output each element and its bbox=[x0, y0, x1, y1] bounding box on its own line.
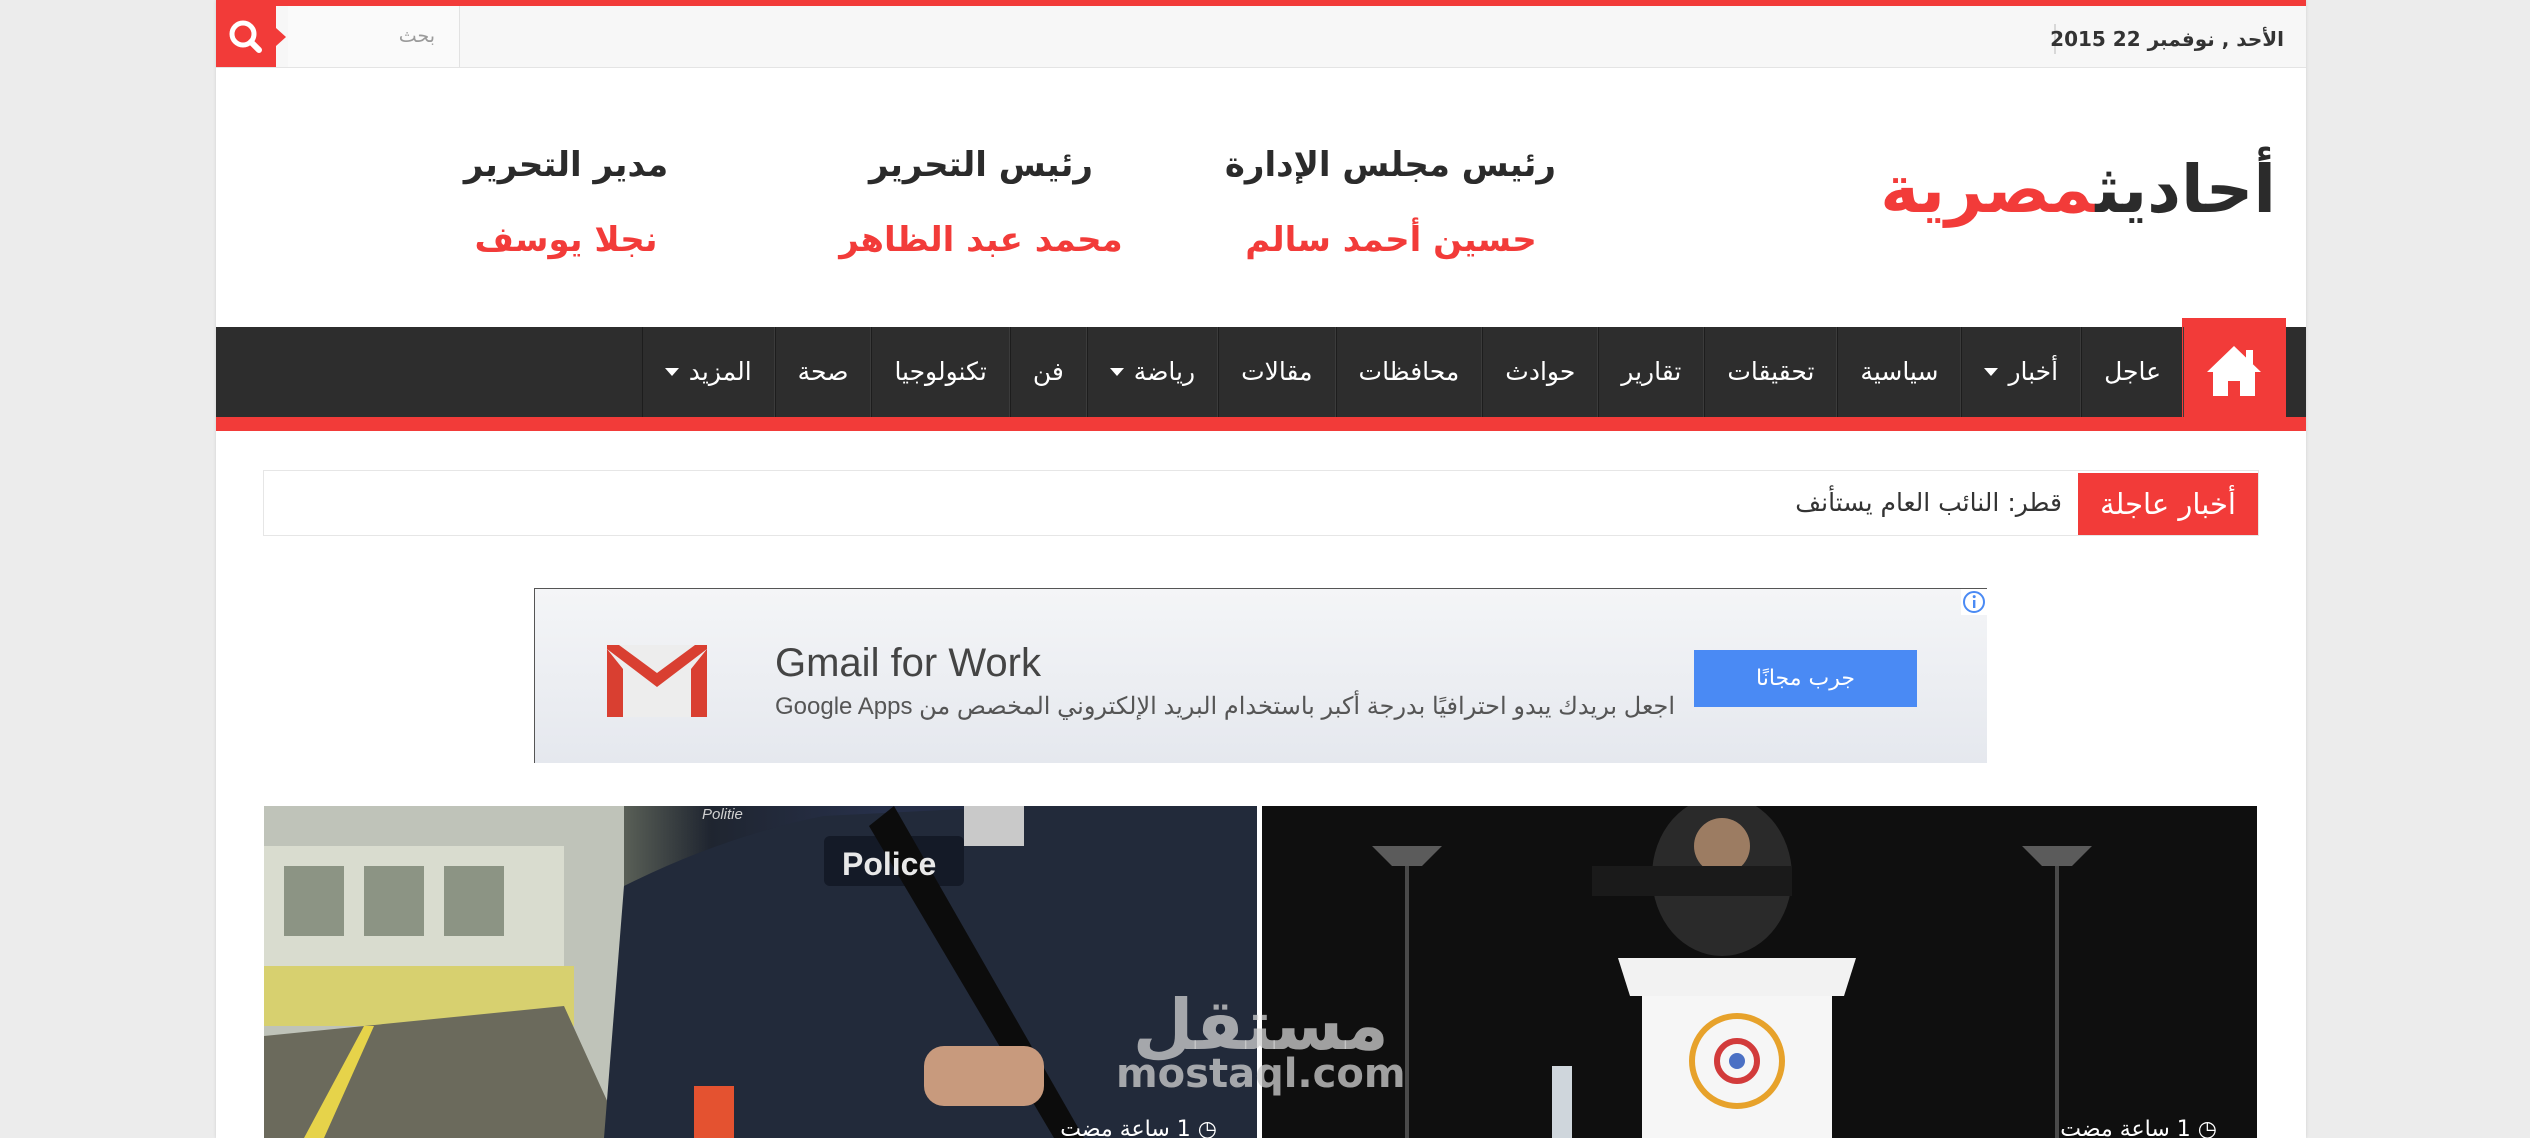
nav-item-art[interactable]: فن bbox=[1009, 327, 1087, 417]
nav-item-accidents[interactable]: حوادث bbox=[1482, 327, 1599, 417]
nav-item-label: محافظات bbox=[1358, 357, 1460, 386]
search-button[interactable] bbox=[216, 6, 286, 67]
nav-item-label: أخبار bbox=[2008, 357, 2059, 386]
nav-item-label: تقارير bbox=[1621, 357, 1682, 386]
nav-accent-bar bbox=[216, 417, 2306, 431]
nav-item-label: عاجل bbox=[2104, 357, 2161, 386]
nav-item-more[interactable]: المزيد bbox=[641, 327, 775, 417]
header-name: نجلا يوسف bbox=[474, 220, 658, 260]
post-time: ◷ 1 ساعة مضت bbox=[1060, 1117, 1217, 1138]
header-title: رئيس التحرير bbox=[869, 145, 1093, 185]
header-title: مدير التحرير bbox=[463, 145, 669, 185]
feature-image-police[interactable]: Police Politie ◷ 1 ساعة مضت bbox=[264, 806, 1257, 1138]
watermark-latin: mostaql.com bbox=[1116, 1051, 1406, 1097]
nav-home-button[interactable] bbox=[2182, 318, 2286, 428]
nav-item-technology[interactable]: تكنولوجيا bbox=[871, 327, 1010, 417]
nav-item-urgent[interactable]: عاجل bbox=[2081, 327, 2184, 417]
nav-item-label: حوادث bbox=[1505, 357, 1576, 386]
ad-banner[interactable]: Gmail for Work اجعل بريدك يبدو احترافيًا… bbox=[534, 588, 1987, 763]
post-time-label: 1 ساعة مضت bbox=[1060, 1117, 1191, 1138]
home-icon bbox=[2207, 346, 2261, 396]
breaking-news-label: أخبار عاجلة bbox=[2078, 473, 2258, 535]
logo-part-2: مصرية bbox=[1880, 151, 2096, 228]
search-icon bbox=[229, 20, 262, 53]
header-title: رئيس مجلس الإدارة bbox=[1224, 145, 1556, 185]
nav-item-label: صحة bbox=[797, 357, 849, 386]
nav-item-label: المزيد bbox=[688, 357, 752, 386]
top-bar: الأحد , نوفمبر 22 2015 bbox=[216, 6, 2306, 68]
breaking-news-link[interactable]: قطر: النائب العام يستأنف bbox=[1795, 471, 2062, 535]
search-input[interactable]: بحث bbox=[288, 6, 460, 67]
ad-try-free-button[interactable]: جرب مجانًا bbox=[1694, 650, 1917, 707]
nav-item-reports[interactable]: تقارير bbox=[1598, 327, 1705, 417]
nav-menu: عاجل أخبار سياسية تحقيقات تقارير حوادث م… bbox=[641, 327, 2184, 417]
chevron-down-icon bbox=[1984, 368, 1999, 376]
site-logo[interactable]: أحاديثمصرية bbox=[1880, 148, 2276, 232]
header-name: حسين أحمد سالم bbox=[1245, 220, 1537, 260]
header-managing-editor: مدير التحرير نجلا يوسف bbox=[426, 130, 706, 280]
post-time: ◷ 1 ساعة مضت bbox=[2060, 1117, 2217, 1138]
logo-part-1: أحاديث bbox=[2095, 151, 2276, 228]
nav-item-politics[interactable]: سياسية bbox=[1837, 327, 1962, 417]
nav-item-articles[interactable]: مقالات bbox=[1218, 327, 1336, 417]
ad-info-icon[interactable] bbox=[1961, 589, 1987, 615]
politie-badge-text: Politie bbox=[702, 806, 743, 823]
chevron-down-icon bbox=[1109, 368, 1124, 376]
nav-item-news[interactable]: أخبار bbox=[1961, 327, 2082, 417]
gmail-logo-icon bbox=[607, 645, 707, 717]
clock-icon: ◷ bbox=[1197, 1117, 1217, 1138]
nav-item-label: سياسية bbox=[1860, 357, 1939, 386]
header-editor-in-chief: رئيس التحرير محمد عبد الظاهر bbox=[816, 130, 1146, 280]
nav-item-governorates[interactable]: محافظات bbox=[1335, 327, 1483, 417]
nav-item-label: تحقيقات bbox=[1727, 357, 1815, 386]
podium-photo bbox=[1262, 806, 2257, 1138]
nav-item-label: رياضة bbox=[1133, 357, 1196, 386]
nav-item-sports[interactable]: رياضة bbox=[1086, 327, 1219, 417]
clock-icon: ◷ bbox=[2197, 1117, 2217, 1138]
header-chairman: رئيس مجلس الإدارة حسين أحمد سالم bbox=[1224, 130, 1556, 280]
nav-item-label: مقالات bbox=[1241, 357, 1313, 386]
ad-subtitle: اجعل بريدك يبدو احترافيًا بدرجة أكبر باس… bbox=[775, 693, 1676, 720]
police-vest-text: Police bbox=[842, 846, 937, 882]
feature-image-podium[interactable]: ◷ 1 ساعة مضت bbox=[1262, 806, 2257, 1138]
nav-item-investigations[interactable]: تحقيقات bbox=[1704, 327, 1838, 417]
nav-item-label: فن bbox=[1032, 357, 1064, 386]
ad-title: Gmail for Work bbox=[775, 641, 1041, 685]
current-date: الأحد , نوفمبر 22 2015 bbox=[2050, 27, 2284, 51]
nav-item-health[interactable]: صحة bbox=[774, 327, 872, 417]
header-name: محمد عبد الظاهر bbox=[839, 220, 1123, 260]
post-time-label: 1 ساعة مضت bbox=[2060, 1117, 2191, 1138]
watermark-arabic: مستقل bbox=[1132, 984, 1389, 1066]
nav-item-label: تكنولوجيا bbox=[894, 357, 987, 386]
page-wrapper: الأحد , نوفمبر 22 2015 بحث أحاديثمصرية ر… bbox=[216, 0, 2306, 1138]
police-photo bbox=[264, 806, 1257, 1138]
watermark: مستقل mostaql.com bbox=[1116, 990, 1406, 1094]
search-placeholder: بحث bbox=[398, 25, 435, 47]
breaking-news-ticker: أخبار عاجلة قطر: النائب العام يستأنف bbox=[263, 470, 2259, 536]
chevron-down-icon bbox=[664, 368, 679, 376]
